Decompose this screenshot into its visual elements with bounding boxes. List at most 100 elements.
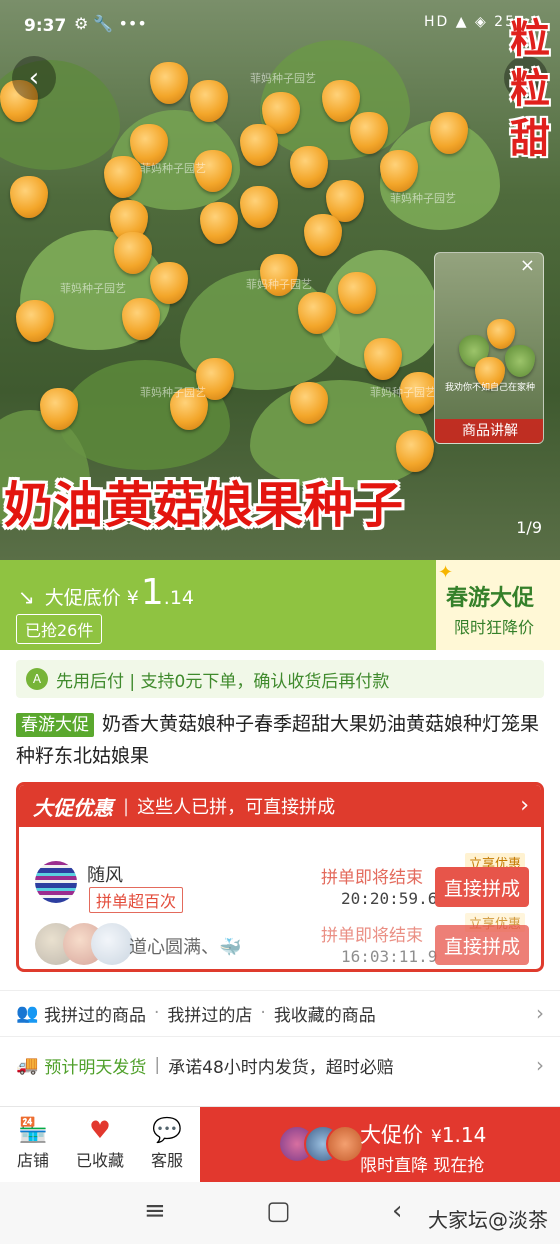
delivery-text: 承诺48小时内发货，超时必赔 <box>168 1057 394 1078</box>
join-group-button[interactable]: 直接拼成 <box>435 867 529 907</box>
side-title-char: 粒 <box>510 66 550 112</box>
price-currency: ¥ <box>126 587 139 609</box>
fruit-shape <box>240 124 278 166</box>
page-indicator: 1/9 <box>516 518 542 537</box>
group-row: 随风 拼单超百次 拼单即将结束 20:20:59.6 立享优惠 直接拼成 <box>19 847 541 913</box>
grabbed-count-badge: 已抢26件 <box>16 614 103 644</box>
fruit-shape <box>150 62 188 104</box>
buy-subtext: 限时直降 现在抢 <box>360 1156 485 1176</box>
chevron-right-icon: › <box>536 1001 544 1025</box>
price-line: ↘ 大促底价 ¥ 1 .14 <box>18 572 194 613</box>
group-buy-header[interactable]: 大促优惠 | 这些人已拼，可直接拼成 › <box>19 785 541 827</box>
ending-soon-text: 拼单即将结束 <box>321 868 423 888</box>
tab-service-label: 客服 <box>150 1151 183 1170</box>
buy-price-line: 大促价 ¥ 1.14 <box>360 1119 486 1149</box>
fruit-shape <box>505 345 535 377</box>
truck-icon: 🚚 <box>16 1054 39 1076</box>
product-explain-video[interactable]: × 我劝你不如自己在家种 商品讲解 <box>434 252 544 444</box>
buy-price-label: 大促价 <box>360 1123 423 1147</box>
home-square-icon[interactable]: ▢ <box>266 1196 291 1226</box>
group-buy-card[interactable]: 大促优惠 | 这些人已拼，可直接拼成 › 随风 拼单超百次 拼单即将结束 20:… <box>16 782 544 972</box>
separator: | <box>123 795 130 817</box>
watermark-text: 菲妈种子园艺 <box>140 386 206 399</box>
history-links-row: 👥 我拼过的商品 · 我拼过的店 · 我收藏的商品 › <box>16 993 544 1033</box>
link-purchased-stores[interactable]: 我拼过的店 <box>167 1001 252 1026</box>
fruit-shape <box>10 176 48 218</box>
dot-separator: · <box>154 1003 160 1023</box>
chat-bubble-icon: 💬 <box>152 1116 182 1144</box>
close-icon[interactable]: × <box>520 255 535 276</box>
side-title-char: 粒 <box>510 16 550 62</box>
back-button[interactable]: ‹ <box>12 56 56 100</box>
video-subtitle: 我劝你不如自己在家种 <box>444 383 535 393</box>
user-badge: 拼单超百次 <box>89 887 184 913</box>
separator: | <box>154 1055 161 1075</box>
fruit-shape <box>364 338 402 380</box>
heart-icon: ♥ <box>89 1116 111 1144</box>
group-buy-logo: 大促优惠 <box>33 795 113 820</box>
avatar <box>326 1125 364 1163</box>
avatar <box>91 923 133 965</box>
watermark-text: 菲妈种子园艺 <box>390 192 456 205</box>
system-nav-bar: ≡ ▢ ‹ 大家坛@淡茶 <box>0 1182 560 1244</box>
buy-now-button[interactable]: 大促价 ¥ 1.14 限时直降 现在抢 <box>200 1107 560 1183</box>
back-chevron-icon[interactable]: ‹ <box>392 1196 402 1226</box>
hero-title: 奶油黄菇娘果种子 <box>4 477 405 534</box>
fruit-shape <box>150 262 188 304</box>
tab-store-label: 店铺 <box>16 1151 49 1170</box>
chevron-right-icon: › <box>536 1053 544 1077</box>
link-purchased-items[interactable]: 我拼过的商品 <box>44 1001 146 1026</box>
delivery-row[interactable]: 🚚 预计明天发货 | 承诺48小时内发货，超时必赔 › <box>16 1045 544 1085</box>
pay-later-text: 先用后付 | 支持0元下单，确认收货后再付款 <box>56 671 390 692</box>
fruit-shape <box>304 214 342 256</box>
dot-separator: · <box>260 1003 266 1023</box>
product-title-text: 奶香大黄菇娘种子春季超甜大果奶油黄菇娘种灯笼果种籽东北姑娘果 <box>16 713 540 767</box>
chevron-right-icon: › <box>520 793 529 818</box>
fruit-shape <box>487 319 515 349</box>
user-name: 随风 <box>87 865 123 886</box>
promo-box: ✦ 春游大促 限时狂降价 <box>436 560 560 650</box>
pay-later-banner[interactable]: A 先用后付 | 支持0元下单，确认收货后再付款 <box>16 660 544 698</box>
countdown-timer: 20:20:59.6 <box>341 889 438 908</box>
watermark-credit: 大家坛@淡茶 <box>428 1208 548 1232</box>
tab-store[interactable]: 🏪 店铺 <box>3 1115 63 1171</box>
avatar <box>35 861 77 903</box>
promo-title: 春游大促 <box>446 586 535 611</box>
bottom-action-bar: 🏪 店铺 ♥ 已收藏 💬 客服 大促价 ¥ 1.14 限时直降 现在抢 <box>0 1106 560 1183</box>
hero-side-title: 粒 粒 甜 <box>500 14 560 164</box>
link-favorite-items[interactable]: 我收藏的商品 <box>274 1001 376 1026</box>
price-decimal: .14 <box>163 587 194 609</box>
ending-soon-text: 拼单即将结束 <box>321 926 423 946</box>
fruit-shape <box>122 298 160 340</box>
fruit-shape <box>240 186 278 228</box>
countdown-timer: 16:03:11.9 <box>341 947 438 966</box>
group-row: 道心圆满、🐳 拼单即将结束 16:03:11.9 立享优惠 直接拼成 <box>19 911 541 969</box>
product-image-carousel[interactable]: 菲妈种子园艺 菲妈种子园艺 菲妈种子园艺 菲妈种子园艺 菲妈种子园艺 菲妈种子园… <box>0 0 560 560</box>
join-group-button[interactable]: 直接拼成 <box>435 925 529 965</box>
watermark-text: 菲妈种子园艺 <box>370 386 436 399</box>
divider <box>0 1036 560 1037</box>
product-title: 春游大促 奶香大黄菇娘种子春季超甜大果奶油黄菇娘种灯笼果种籽东北姑娘果 <box>16 708 546 772</box>
fruit-shape <box>290 146 328 188</box>
tab-favorite[interactable]: ♥ 已收藏 <box>70 1115 130 1171</box>
tab-favorite-label: 已收藏 <box>75 1151 124 1170</box>
buyer-avatars <box>278 1125 364 1163</box>
delivery-highlight: 预计明天发货 <box>44 1057 147 1078</box>
promo-subtitle: 限时狂降价 <box>454 618 535 637</box>
fruit-shape <box>190 80 228 122</box>
tab-service[interactable]: 💬 客服 <box>137 1115 197 1171</box>
status-icons: ⚙ 🔧 ••• <box>74 14 147 33</box>
group-buy-header-text: 这些人已拼，可直接拼成 <box>137 797 336 818</box>
side-title-char: 甜 <box>510 116 550 162</box>
buy-price-amount: 1.14 <box>441 1123 487 1147</box>
menu-icon[interactable]: ≡ <box>144 1196 166 1226</box>
status-bar: 9:37 ⚙ 🔧 ••• HD ▲ ◈ 25 <box>0 0 560 50</box>
watermark-text: 菲妈种子园艺 <box>140 162 206 175</box>
promo-tag: 春游大促 <box>16 713 94 737</box>
watermark-text: 菲妈种子园艺 <box>60 282 126 295</box>
price-label: 大促底价 <box>44 587 121 609</box>
pay-later-icon: A <box>26 668 48 690</box>
status-time: 9:37 <box>24 16 67 36</box>
user-name: 道心圆满、🐳 <box>129 937 242 958</box>
down-trend-icon: ↘ <box>18 585 35 609</box>
